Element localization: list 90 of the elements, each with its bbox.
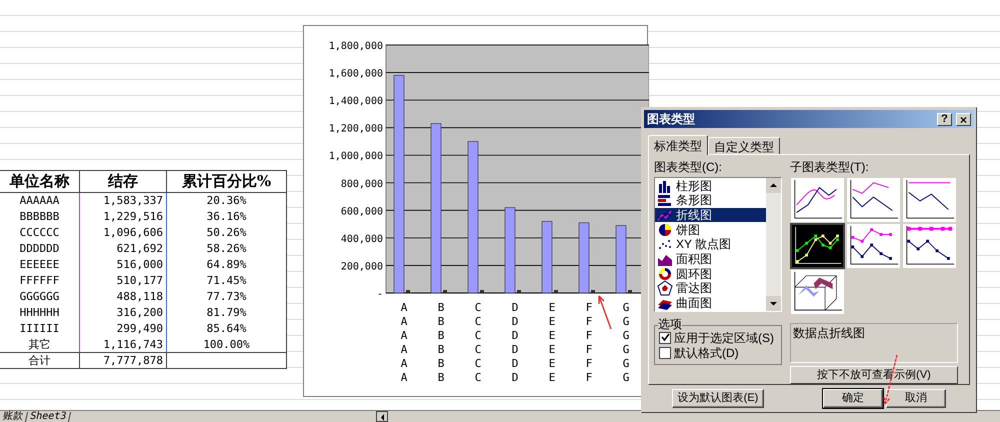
y-axis-label: 400,000 (340, 234, 383, 245)
category-label: EEEEEE (548, 301, 556, 384)
table-cell: 1,096,606 (80, 225, 167, 241)
y-axis-label: 600,000 (340, 206, 383, 218)
chart-type-item[interactable]: 饼图 (655, 222, 766, 237)
table-cell: 合计 (0, 353, 80, 369)
chart-type-item[interactable]: 柱形图 (655, 178, 766, 193)
chart-type-label: 图表类型(C): (654, 160, 723, 176)
table-cell: HHHHHH (0, 305, 80, 321)
chart-type-icon (657, 280, 673, 296)
table-cell: CCCCCC (0, 225, 80, 241)
table-cell: 81.79% (167, 305, 287, 321)
y-axis-label: 800,000 (340, 178, 383, 190)
y-axis-label: 1,200,000 (328, 124, 383, 135)
table-cell: BBBBBB (0, 209, 80, 225)
table-cell: FFFFFF (0, 273, 80, 289)
scrollbar[interactable] (766, 178, 781, 312)
help-button[interactable]: ? (937, 112, 952, 126)
subtype-label: 子图表类型(T): (790, 160, 870, 176)
column-header: 单位名称 (0, 171, 80, 193)
chart-type-item[interactable]: 折线图 (655, 208, 766, 222)
chart-type-icon (657, 192, 673, 208)
table-cell: 77.73% (167, 289, 287, 305)
table-cell: GGGGGG (0, 289, 80, 305)
chart-type-icon (657, 266, 673, 282)
scroll-down-icon[interactable] (766, 296, 781, 312)
checkbox[interactable] (659, 346, 671, 359)
table-cell: IIIIII (0, 321, 80, 337)
y-axis-label: 1,400,000 (328, 96, 383, 108)
table-cell: 516,000 (80, 257, 167, 273)
table-cell: 50.26% (167, 225, 287, 241)
table-cell: 488,118 (80, 289, 167, 305)
table-cell: 621,692 (80, 241, 167, 257)
table-cell: 其它 (0, 337, 80, 353)
table-cell: DDDDDD (0, 241, 80, 257)
chart-type-item[interactable]: XY 散点图 (655, 236, 766, 252)
table-cell: 64.89% (167, 257, 287, 273)
chart-type-item[interactable]: 条形图 (655, 192, 766, 208)
dialog-tab[interactable]: 标准类型 (648, 135, 708, 156)
table-cell: 1,116,743 (80, 337, 167, 353)
chart-type-item[interactable]: 曲面图 (655, 296, 766, 310)
y-axis-label: 1,600,000 (328, 68, 383, 80)
annotation-arrow (597, 294, 613, 330)
table-cell: 299,490 (80, 321, 167, 337)
category-label: GGGGGG (622, 301, 630, 384)
table-cell: 7,777,878 (80, 353, 167, 369)
column-header: 累计百分比% (167, 171, 287, 193)
table-cell: 316,200 (80, 305, 167, 321)
table-cell: AAAAAA (0, 193, 80, 209)
sheet-tab[interactable]: Sheet3 (26, 412, 72, 422)
y-axis-label: 1,800,000 (328, 41, 383, 52)
table-cell: 58.26% (167, 241, 287, 257)
close-button[interactable]: × (956, 112, 971, 126)
scroll-up-icon[interactable] (766, 178, 781, 194)
chart-type-item[interactable]: 面积图 (655, 252, 766, 266)
table-cell: 1,583,337 (80, 193, 167, 209)
dialog-tab[interactable]: 自定义类型 (708, 137, 780, 154)
category-label: FFFFFF (586, 301, 592, 384)
options-label: 选项 (658, 318, 682, 330)
table-cell: 510,177 (80, 273, 167, 289)
table-cell: EEEEEE (0, 257, 80, 273)
table-cell: 1,229,516 (80, 209, 167, 225)
scroll-left-icon[interactable] (376, 411, 388, 422)
window-title: 图表类型 (647, 111, 696, 128)
table-cell: 20.36% (167, 193, 287, 209)
dialog-button[interactable]: 确定 (823, 389, 883, 408)
checkbox-label: 默认格式(D) (674, 346, 739, 359)
chart-type-item[interactable]: 圆环图 (655, 266, 766, 281)
category-label: AAAAAA (400, 301, 408, 384)
sheet-tab[interactable]: 账款 (0, 412, 28, 422)
checkbox-label: 应用于选定区域(S) (674, 332, 774, 344)
dialog-button[interactable]: 设为默认图表(E) (672, 389, 764, 408)
y-axis-label: 200,000 (340, 261, 383, 272)
table-cell: 100.00% (167, 337, 287, 353)
table-cell: 36.16% (167, 209, 287, 225)
checkbox[interactable] (659, 332, 671, 344)
table-cell: 71.45% (167, 273, 287, 289)
category-label: BBBBBB (438, 301, 444, 384)
column-header: 结存 (80, 171, 167, 193)
y-axis-label: - (376, 289, 383, 300)
category-label: CCCCCC (474, 301, 482, 384)
dialog-button[interactable]: 取消 (886, 389, 946, 408)
chart-type-item[interactable]: 雷达图 (655, 280, 766, 296)
category-label: DDDDDD (512, 301, 518, 384)
chart-subtype-option[interactable] (790, 223, 845, 270)
chart-type-icon (657, 178, 673, 194)
description-text: 数据点折线图 (793, 326, 865, 340)
y-axis-label: 1,000,000 (328, 151, 383, 162)
table-cell: 85.64% (167, 321, 287, 337)
chart-type-icon (657, 222, 673, 238)
